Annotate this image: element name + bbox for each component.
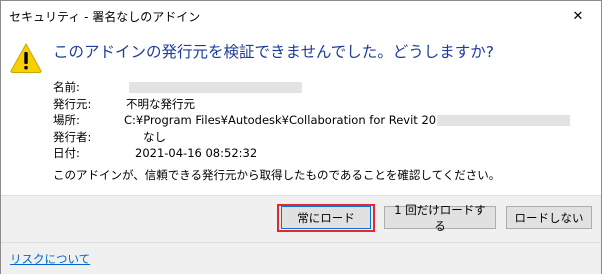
verify-message: このアドインが、信頼できる発行元から取得したものであることを確認してください。	[53, 168, 501, 182]
publisher-label: 発行元:	[53, 96, 92, 111]
location-value: C:¥Program Files¥Autodesk¥Collaboration …	[124, 112, 571, 128]
title-bar: セキュリティ - 署名なしのアドイン ✕	[1, 1, 601, 31]
load-once-button[interactable]: 1 回だけロードする	[384, 203, 496, 233]
footer: リスクについて	[1, 242, 601, 274]
redacted-block	[437, 115, 571, 126]
warning-icon	[10, 43, 42, 73]
date-value: 2021-04-16 08:52:32	[135, 146, 258, 160]
location-label: 場所:	[53, 113, 80, 127]
do-not-load-button[interactable]: ロードしない	[506, 206, 592, 229]
name-label: 名前:	[53, 80, 80, 94]
risk-info-link[interactable]: リスクについて	[10, 251, 90, 267]
publisher-value: 不明な発行元	[126, 96, 195, 111]
issuer-value: なし	[143, 129, 166, 144]
issuer-label: 発行者:	[53, 129, 92, 144]
security-dialog: セキュリティ - 署名なしのアドイン ✕ このアドインの発行元を検証できませんで…	[0, 0, 602, 274]
button-bar: 常にロード 1 回だけロードする ロードしない	[1, 195, 601, 242]
date-label: 日付:	[53, 146, 80, 160]
redacted-block	[129, 82, 302, 93]
always-load-button[interactable]: 常にロード	[281, 206, 371, 229]
dialog-heading: このアドインの発行元を検証できませんでした。どうしますか?	[53, 43, 494, 61]
close-button[interactable]: ✕	[555, 1, 601, 31]
close-icon: ✕	[572, 8, 584, 24]
window-title: セキュリティ - 署名なしのアドイン	[9, 10, 201, 24]
name-value	[129, 79, 302, 95]
